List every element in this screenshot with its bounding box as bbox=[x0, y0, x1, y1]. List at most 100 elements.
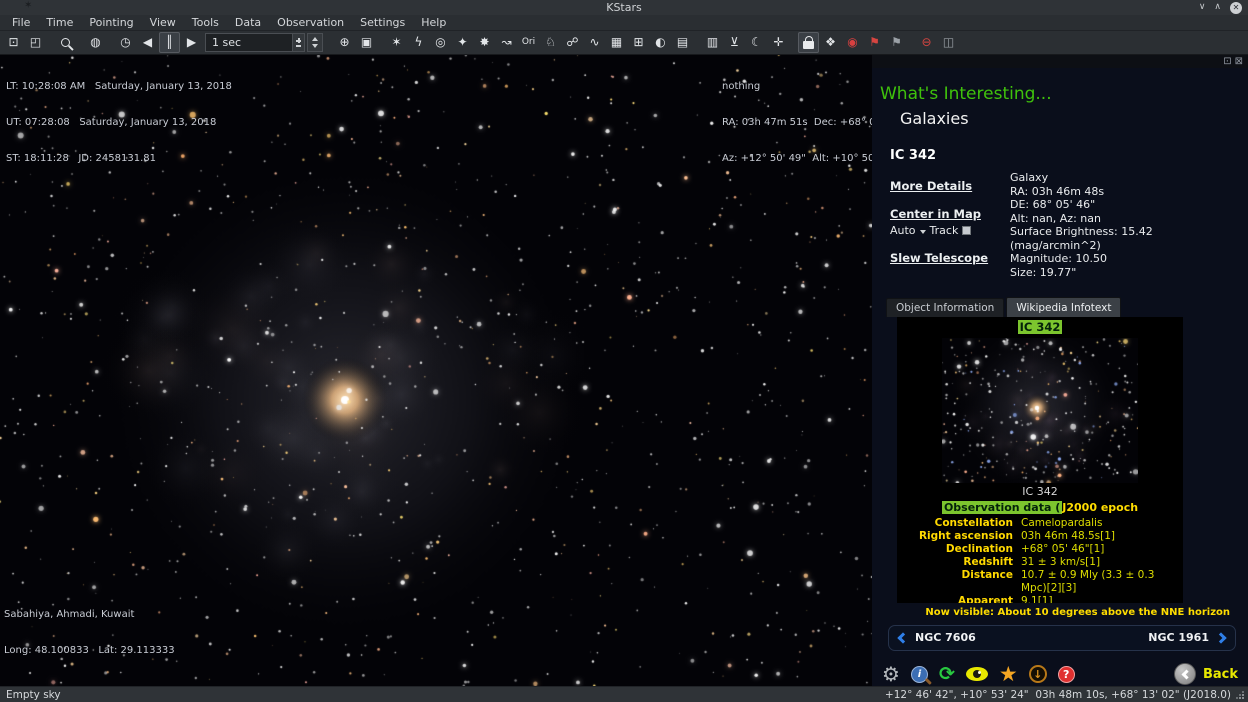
menu-data[interactable]: Data bbox=[227, 15, 269, 31]
prev-object-button[interactable]: NGC 7606 bbox=[899, 631, 976, 644]
auto-option[interactable]: Auto bbox=[890, 224, 916, 237]
object-nav-bar: NGC 7606 NGC 1961 bbox=[888, 625, 1236, 651]
milky-way-icon[interactable]: ∿ bbox=[584, 32, 605, 53]
visibility-note: Now visible: About 10 degrees above the … bbox=[878, 607, 1230, 618]
panel-footer: ⚙ i ⟳ ★ ↓ ? Back bbox=[882, 662, 1238, 686]
time-info-box: LT: 10:28:08 AM Saturday, January 13, 20… bbox=[6, 57, 232, 189]
find-object-icon[interactable]: ⊡ bbox=[3, 32, 24, 53]
dock-float-icon[interactable]: ⊡ bbox=[1223, 55, 1231, 68]
table-row: Declination+68° 05' 46"[1] bbox=[899, 543, 1181, 556]
constellation-boundaries-icon[interactable]: ☍ bbox=[562, 32, 583, 53]
menu-tools[interactable]: Tools bbox=[184, 15, 227, 31]
wiki-title: IC 342 bbox=[1018, 320, 1063, 334]
table-row: Redshift31 ± 3 km/s[1] bbox=[899, 556, 1181, 569]
track-checkbox[interactable] bbox=[962, 226, 971, 235]
wiki-image-caption: IC 342 bbox=[897, 485, 1183, 498]
tab-wikipedia-infotext[interactable]: Wikipedia Infotext bbox=[1006, 297, 1121, 317]
object-name: IC 342 bbox=[890, 148, 1248, 163]
resize-grip[interactable] bbox=[1236, 691, 1244, 699]
deep-sky-objects-icon[interactable]: ◎ bbox=[430, 32, 451, 53]
chevron-right-icon bbox=[1215, 632, 1226, 643]
horizon-icon[interactable]: ◐ bbox=[650, 32, 671, 53]
bright-stars-icon[interactable]: ✦ bbox=[452, 32, 473, 53]
observatory-dome-icon[interactable]: ◫ bbox=[938, 32, 959, 53]
remove-object-icon[interactable]: ⊖ bbox=[916, 32, 937, 53]
whats-interesting-panel: ⊡ ⊠ What's Interesting... Galaxies IC 34… bbox=[872, 55, 1248, 686]
menu-view[interactable]: View bbox=[142, 15, 184, 31]
maximize-icon[interactable]: ∧ bbox=[1214, 1, 1221, 14]
whats-interesting-icon[interactable]: ▤ bbox=[672, 32, 693, 53]
combo-caret-icon[interactable] bbox=[920, 230, 926, 234]
gray-flag-icon[interactable]: ⚑ bbox=[886, 32, 907, 53]
inspect-info-icon[interactable]: i bbox=[911, 666, 928, 683]
chevron-left-icon bbox=[897, 632, 908, 643]
step-forward-icon[interactable]: ▶ bbox=[181, 32, 202, 53]
dock-title-strip: ⊡ ⊠ bbox=[872, 55, 1248, 68]
panel-category: Galaxies bbox=[900, 109, 1248, 128]
zoom-icon[interactable] bbox=[55, 32, 76, 53]
constellation-names-icon[interactable]: Ori bbox=[518, 32, 539, 53]
status-bar: Empty sky +12° 46' 42", +10° 53' 24" 03h… bbox=[0, 686, 1248, 702]
constellation-lines-icon[interactable]: ϟ bbox=[408, 32, 429, 53]
equatorial-grid-icon[interactable]: ▦ bbox=[606, 32, 627, 53]
menu-time[interactable]: Time bbox=[38, 15, 81, 31]
settings-gear-icon[interactable]: ⚙ bbox=[882, 662, 900, 686]
observation-list-icon[interactable]: ▥ bbox=[702, 32, 723, 53]
track-label: Track bbox=[930, 224, 959, 237]
back-button[interactable]: Back bbox=[1174, 663, 1238, 685]
fov-icon[interactable]: ✛ bbox=[768, 32, 789, 53]
time-step-value[interactable]: 1 sec bbox=[205, 33, 293, 52]
constellation-art-icon[interactable]: ♘ bbox=[540, 32, 561, 53]
obs-data-header: Observation data ( bbox=[942, 501, 1062, 514]
menu-help[interactable]: Help bbox=[413, 15, 454, 31]
menu-file[interactable]: File bbox=[4, 15, 38, 31]
time-step-plus-minus[interactable] bbox=[293, 33, 305, 52]
red-flag-icon[interactable]: ⚑ bbox=[864, 32, 885, 53]
moon-phase-icon[interactable]: ☾ bbox=[746, 32, 767, 53]
color-scheme-icon[interactable]: ❖ bbox=[820, 32, 841, 53]
status-coordinates: +12° 46' 42", +10° 53' 24" 03h 48m 10s, … bbox=[885, 689, 1231, 701]
reload-icon[interactable]: ⟳ bbox=[939, 663, 955, 685]
help-icon[interactable]: ? bbox=[1058, 666, 1075, 683]
tab-object-information[interactable]: Object Information bbox=[886, 298, 1004, 317]
capture-sky-image-icon[interactable]: ▣ bbox=[356, 32, 377, 53]
minimize-icon[interactable]: ∨ bbox=[1199, 1, 1206, 14]
table-row: Distance10.7 ± 0.9 Mly (3.3 ± 0.3 Mpc)[2… bbox=[899, 569, 1181, 595]
time-step-arrows[interactable] bbox=[307, 33, 323, 52]
stars-toggle-icon[interactable]: ✶ bbox=[386, 32, 407, 53]
menu-pointing[interactable]: Pointing bbox=[81, 15, 141, 31]
geolocation-icon[interactable]: ◍ bbox=[85, 32, 106, 53]
visibility-eye-icon[interactable] bbox=[966, 667, 988, 681]
menu-observation[interactable]: Observation bbox=[269, 15, 352, 31]
center-in-map-link[interactable]: Center in Map bbox=[890, 207, 1002, 221]
satellites-icon[interactable]: ↝ bbox=[496, 32, 517, 53]
status-message: Empty sky bbox=[6, 689, 61, 701]
pause-icon[interactable]: ║ bbox=[159, 32, 180, 53]
location-info-box: Sabahiya, Ahmadi, Kuwait Long: 48.100833… bbox=[4, 585, 175, 681]
horizontal-grid-icon[interactable]: ⊞ bbox=[628, 32, 649, 53]
more-details-link[interactable]: More Details bbox=[890, 179, 1002, 193]
altitude-vs-time-icon[interactable]: ⊻ bbox=[724, 32, 745, 53]
next-object-button[interactable]: NGC 1961 bbox=[1148, 631, 1225, 644]
wikipedia-infotext: IC 342 IC 342 Observation data (J2000 ep… bbox=[897, 317, 1183, 603]
panel-title: What's Interesting... bbox=[880, 84, 1248, 104]
time-step-control[interactable]: 1 sec bbox=[205, 33, 323, 52]
close-icon[interactable]: ✕ bbox=[1230, 2, 1242, 14]
observation-data-table: ConstellationCamelopardalis Right ascens… bbox=[899, 517, 1181, 603]
sky-map[interactable]: LT: 10:28:08 AM Saturday, January 13, 20… bbox=[0, 55, 872, 686]
download-icon[interactable]: ↓ bbox=[1029, 665, 1047, 683]
step-backward-icon[interactable]: ◀ bbox=[137, 32, 158, 53]
focus-icon[interactable]: ⊕ bbox=[334, 32, 355, 53]
set-time-icon[interactable]: ◷ bbox=[115, 32, 136, 53]
object-summary: Galaxy RA: 03h 46m 48s DE: 68° 05' 46" A… bbox=[1010, 165, 1153, 279]
dock-close-icon[interactable]: ⊠ bbox=[1235, 55, 1243, 68]
favorite-star-icon[interactable]: ★ bbox=[999, 662, 1018, 686]
supernovae-icon[interactable]: ✸ bbox=[474, 32, 495, 53]
menu-settings[interactable]: Settings bbox=[352, 15, 413, 31]
record-icon[interactable]: ◉ bbox=[842, 32, 863, 53]
set-coordinates-icon[interactable]: ◰ bbox=[25, 32, 46, 53]
slew-telescope-link[interactable]: Slew Telescope bbox=[890, 251, 1002, 265]
window-title: KStars bbox=[606, 1, 642, 14]
main-toolbar: ⊡ ◰ ◍ ◷ ◀ ║ ▶ 1 sec ⊕ ▣ ✶ ϟ ◎ ✦ ✸ ↝ Ori … bbox=[0, 31, 1248, 55]
track-lock-icon[interactable] bbox=[798, 32, 819, 53]
